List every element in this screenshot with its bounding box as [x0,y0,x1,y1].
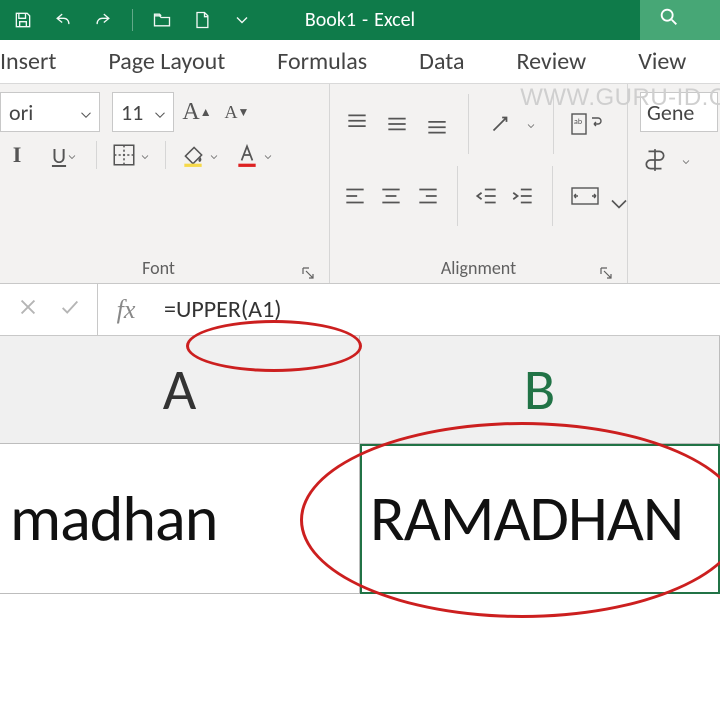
merge-center-button[interactable] [569,182,615,210]
align-middle-button[interactable] [382,110,412,138]
chevron-down-icon [208,149,220,161]
column-header-a[interactable]: A [0,336,360,444]
search-icon [658,6,680,34]
svg-text:ab: ab [574,117,582,127]
number-format-select[interactable]: Gene [640,92,718,132]
ribbon: ori 11 A▲ A▼ I U [0,84,720,284]
font-color-icon [234,142,260,168]
italic-button[interactable]: I [0,138,34,172]
group-number-label [640,275,708,279]
doc-name: Book1 [305,8,356,32]
align-top-button[interactable] [342,110,372,138]
group-font: ori 11 A▲ A▼ I U [0,84,330,283]
enter-icon[interactable] [59,296,81,323]
group-alignment: ab Alignment [330,84,628,283]
new-file-icon[interactable] [191,9,213,31]
tab-insert[interactable]: Insert [0,43,56,80]
font-name-value: ori [9,99,33,126]
chevron-down-icon [603,190,615,202]
increase-indent-button[interactable] [510,182,536,210]
formula-input[interactable]: =UPPER(A1) [154,295,720,324]
shrink-font-button[interactable]: A▼ [220,95,254,129]
chevron-down-icon [151,103,169,121]
title-bar: Book1 - Excel [0,0,720,40]
chevron-down-icon [680,154,692,166]
align-bottom-button[interactable] [422,110,452,138]
fx-label[interactable]: fx [98,295,154,325]
cell-a1[interactable]: madhan [0,444,360,594]
tab-view[interactable]: View [638,43,686,80]
dialog-launcher-icon[interactable] [599,263,613,277]
decrease-indent-button[interactable] [474,182,500,210]
quick-access-toolbar [0,9,253,31]
open-icon[interactable] [151,9,173,31]
dialog-launcher-icon[interactable] [301,263,315,277]
column-header-b[interactable]: B [360,336,720,444]
group-number: Gene [628,84,720,283]
align-center-button[interactable] [378,182,404,210]
font-size-value: 11 [121,99,143,126]
font-name-select[interactable]: ori [0,92,100,132]
font-size-select[interactable]: 11 [112,92,174,132]
worksheet-grid: A B madhan RAMADHAN [0,336,720,594]
fill-color-button[interactable] [180,142,220,168]
chevron-down-icon [525,118,537,130]
qat-customize-icon[interactable] [231,9,253,31]
orientation-button[interactable] [485,110,515,138]
borders-button[interactable] [111,142,151,168]
app-name: Excel [374,8,415,32]
redo-icon[interactable] [92,9,114,31]
cell-b1[interactable]: RAMADHAN [360,444,720,594]
save-icon[interactable] [12,9,34,31]
group-font-label: Font [0,253,317,279]
undo-icon[interactable] [52,9,74,31]
align-left-button[interactable] [342,182,368,210]
grow-font-button[interactable]: A▲ [180,95,214,129]
formula-bar: fx =UPPER(A1) [0,284,720,336]
ribbon-tabs: Insert Page Layout Formulas Data Review … [0,40,720,84]
tab-review[interactable]: Review [516,43,586,80]
cancel-icon[interactable] [17,296,39,323]
borders-icon [111,142,137,168]
align-right-button[interactable] [415,182,441,210]
chevron-down-icon [77,103,95,121]
tab-formulas[interactable]: Formulas [277,43,367,80]
number-format-value: Gene [647,99,694,126]
chevron-down-icon [139,149,151,161]
tab-page-layout[interactable]: Page Layout [108,43,225,80]
group-alignment-label: Alignment [342,253,615,279]
font-color-button[interactable] [234,142,274,168]
bucket-icon [180,142,206,168]
wrap-text-button[interactable]: ab [570,110,602,138]
accounting-format-button[interactable] [640,146,670,174]
search-box[interactable] [640,0,720,40]
underline-button[interactable]: U [48,138,82,172]
window-title: Book1 - Excel [305,8,415,32]
chevron-down-icon [262,149,274,161]
tab-data[interactable]: Data [419,43,464,80]
chevron-down-icon [66,149,78,161]
